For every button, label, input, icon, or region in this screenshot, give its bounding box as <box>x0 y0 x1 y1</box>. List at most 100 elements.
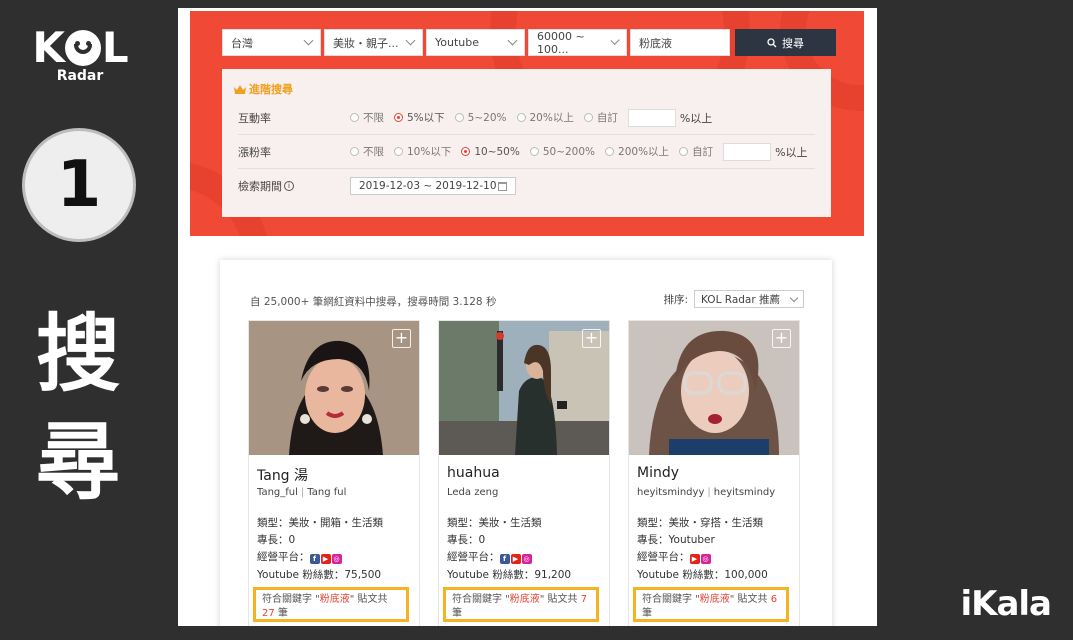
chevron-down-icon <box>507 35 518 46</box>
kol-specialty: 專長：Youtuber <box>637 534 715 546</box>
radio-dot-icon <box>394 147 403 156</box>
radio-option[interactable]: 自訂 <box>583 110 618 125</box>
radio-option[interactable]: 20%以上 <box>516 110 574 125</box>
kol-handles: Leda zeng <box>447 487 498 498</box>
kw-suffix: 筆 <box>452 608 462 619</box>
chevron-down-icon <box>405 35 416 46</box>
search-icon <box>767 37 777 47</box>
kol-platforms: 經營平台： ▶ ◎ <box>637 549 712 564</box>
search-button[interactable]: 搜尋 <box>735 29 836 56</box>
radio-dot-icon <box>394 113 403 122</box>
kol-name: Tang 湯 <box>257 468 309 484</box>
add-to-list-button[interactable]: + <box>582 329 601 348</box>
search-bar: 台灣 美妝・親子... Youtube 60000 ~ 100... 粉底液 搜… <box>222 29 836 56</box>
kol-followers: Youtube 粉絲數：91,200 <box>447 569 572 581</box>
radio-label: 5~20% <box>467 111 507 124</box>
sort-value: KOL Radar 推薦 <box>701 293 781 306</box>
growth-label: 漲粉率 <box>238 145 271 159</box>
keyword-input[interactable]: 粉底液 <box>630 29 730 56</box>
search-button-label: 搜尋 <box>782 36 804 50</box>
engagement-options: 不限 5%以下 5~20% 20%以上 自訂 <box>350 110 628 125</box>
sort-select[interactable]: KOL Radar 推薦 <box>694 290 804 308</box>
kol-card[interactable]: + Mindy heyitsmindyy | heyitsmindy 類型：美妝・穿… <box>628 320 800 626</box>
kol-photo: + <box>439 321 609 455</box>
radio-label: 5%以下 <box>407 112 445 124</box>
growth-suffix: %以上 <box>775 145 808 159</box>
logo-letter-k: K <box>32 23 65 72</box>
radio-option[interactable]: 不限 <box>350 144 384 159</box>
radio-option[interactable]: 50~200% <box>529 145 596 158</box>
category-value: 美妝・親子... <box>333 36 399 50</box>
radio-option[interactable]: 10%以下 <box>394 144 451 159</box>
advanced-search-title: 進階搜尋 <box>234 81 293 97</box>
radio-option[interactable]: 200%以上 <box>605 144 669 159</box>
kol-name: huahua <box>447 465 500 481</box>
category-select[interactable]: 美妝・親子... <box>324 29 423 56</box>
country-select[interactable]: 台灣 <box>222 29 321 56</box>
kol-handle: heyitsmindyy <box>637 487 705 498</box>
growth-rate-row: 漲粉率 不限 10%以下 10~50% 50~200% 200%以上 自訂 %以上 <box>238 135 815 169</box>
followers-select[interactable]: 60000 ~ 100... <box>528 29 627 56</box>
radio-dot-icon <box>461 147 471 156</box>
youtube-icon: ▶ <box>510 554 521 564</box>
radio-label: 50~200% <box>542 145 596 158</box>
kw-word: 粉底液 <box>319 594 350 605</box>
radio-option[interactable]: 10~50% <box>461 146 520 158</box>
kol-card[interactable]: + huahua Leda zeng 類型：美妝・生活類 專長：0 經營平台： f… <box>438 320 610 626</box>
kol-followers: Youtube 粉絲數：100,000 <box>637 569 768 581</box>
logo-letter-l: L <box>101 23 129 72</box>
keyword-match-box: 符合關鍵字 "粉底液" 貼文共 7 筆 <box>443 587 599 622</box>
kol-platforms: 經營平台： f ▶ ◎ <box>447 549 533 564</box>
kol-specialty: 專長：0 <box>257 534 296 546</box>
radio-label: 不限 <box>363 112 384 124</box>
radio-label: 不限 <box>363 146 384 158</box>
kw-count: 7 <box>580 594 588 605</box>
keyword-match-box: 符合關鍵字 "粉底液" 貼文共 6 筆 <box>633 587 789 622</box>
radio-option[interactable]: 5~20% <box>454 111 507 124</box>
radio-label: 200%以上 <box>618 146 670 158</box>
kw-count: 6 <box>770 594 778 605</box>
radio-option[interactable]: 不限 <box>350 110 384 125</box>
growth-custom-input[interactable] <box>723 142 772 161</box>
results-summary: 自 25,000+ 筆網紅資料中搜尋，搜尋時間 3.128 秒 <box>250 296 497 308</box>
period-label: 檢索期間 i <box>238 178 336 194</box>
kw-prefix: 符合關鍵字 " <box>452 594 510 605</box>
kol-handle: Leda zeng <box>447 487 499 498</box>
kol-platforms: 經營平台： f ▶ ◎ <box>257 549 343 564</box>
results-panel: 自 25,000+ 筆網紅資料中搜尋，搜尋時間 3.128 秒 排序: KOL … <box>220 260 832 626</box>
radio-dot-icon <box>516 113 526 122</box>
engagement-rate-row: 互動率 不限 5%以下 5~20% 20%以上 自訂 %以上 <box>238 101 815 135</box>
radio-label: 10%以下 <box>407 146 452 158</box>
kw-word: 粉底液 <box>699 594 730 605</box>
search-section: 台灣 美妝・親子... Youtube 60000 ~ 100... 粉底液 搜… <box>190 11 864 236</box>
advanced-search-panel: 進階搜尋 互動率 不限 5%以下 5~20% 20%以上 自訂 %以上 漲粉率 不限 10… <box>222 69 831 217</box>
advanced-title-text: 進階搜尋 <box>249 83 293 96</box>
radio-option[interactable]: 5%以下 <box>394 110 445 125</box>
radio-dot-icon <box>605 147 615 156</box>
kol-type: 類型：美妝・穿搭・生活類 <box>637 517 763 529</box>
kol-photo: + <box>249 321 419 455</box>
facebook-icon: f <box>499 554 510 564</box>
radio-label: 10~50% <box>474 145 520 158</box>
youtube-icon: ▶ <box>320 554 331 564</box>
info-icon[interactable]: i <box>284 181 294 191</box>
kw-suffix: 筆 <box>274 608 288 619</box>
instagram-icon: ◎ <box>331 554 342 564</box>
date-range-input[interactable]: 2019-12-03 ~ 2019-12-10 <box>350 177 516 195</box>
kw-mid: " 貼文共 <box>539 594 581 605</box>
kol-specialty: 專長：0 <box>447 534 486 546</box>
kol-card[interactable]: + Tang 湯 Tang_ful | Tang ful 類型：美妝・開箱・生活類 … <box>248 320 420 626</box>
engagement-custom-input[interactable] <box>627 108 676 127</box>
platform-select[interactable]: Youtube <box>426 29 525 56</box>
kol-handles: heyitsmindyy | heyitsmindy <box>637 487 776 498</box>
add-to-list-button[interactable]: + <box>772 329 791 348</box>
kol-photo: + <box>629 321 799 455</box>
radio-dot-icon <box>454 113 464 122</box>
add-to-list-button[interactable]: + <box>392 329 411 348</box>
kw-prefix: 符合關鍵字 " <box>262 594 320 605</box>
step-title-char-2: 尋 <box>35 413 120 511</box>
kol-type: 類型：美妝・開箱・生活類 <box>257 517 383 529</box>
radio-option[interactable]: 自訂 <box>679 144 713 159</box>
sort-control: 排序: KOL Radar 推薦 <box>663 290 804 308</box>
date-range-value: 2019-12-03 ~ 2019-12-10 <box>359 180 497 192</box>
